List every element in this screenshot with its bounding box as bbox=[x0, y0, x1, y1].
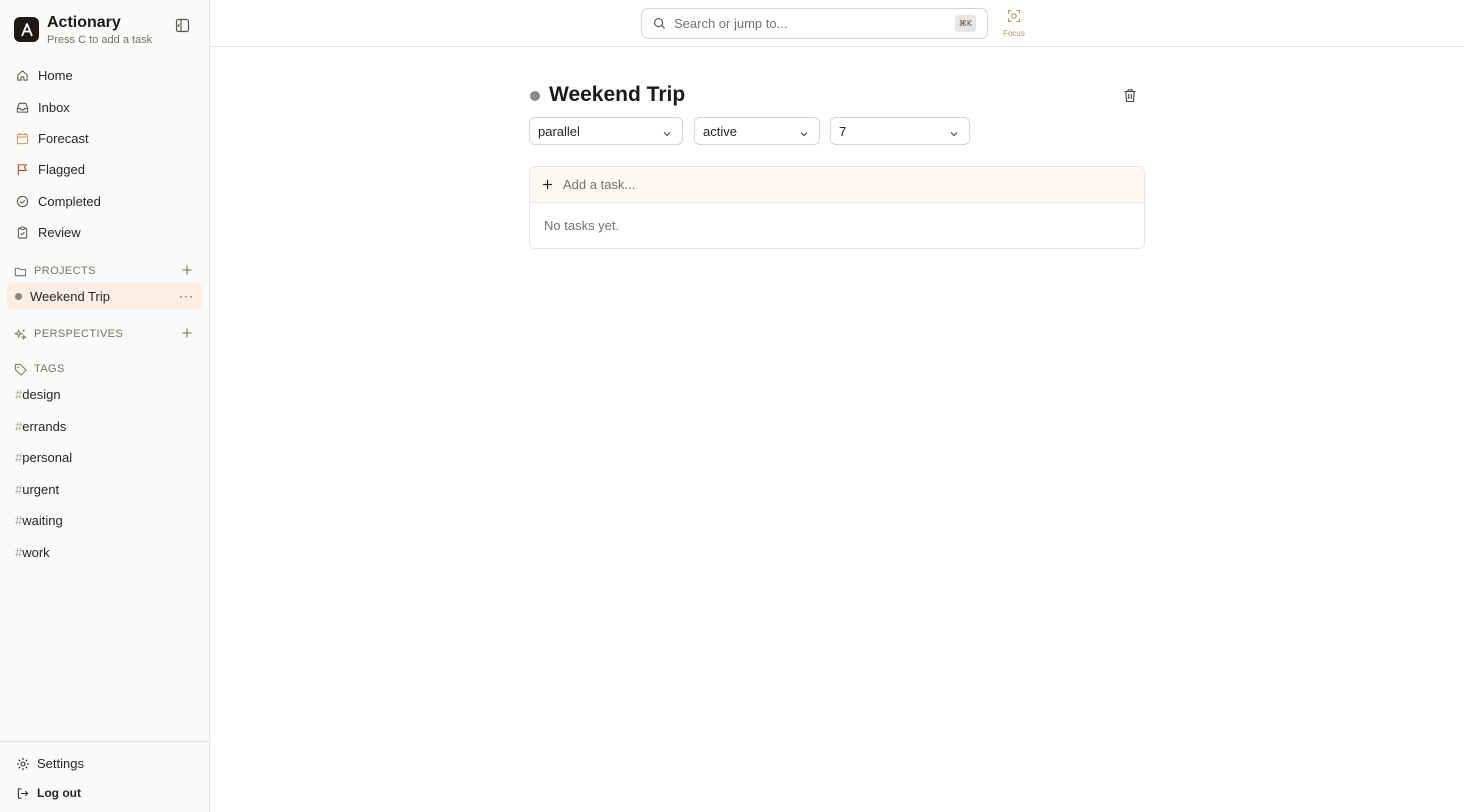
logout-label: Log out bbox=[37, 786, 81, 800]
top-bar: Search or jump to... ⌘K Focus bbox=[210, 0, 1464, 47]
nav-label: Inbox bbox=[38, 99, 70, 115]
nav-label: Flagged bbox=[38, 162, 85, 178]
tag-item-work[interactable]: # work bbox=[8, 537, 202, 569]
tag-label: waiting bbox=[22, 513, 63, 529]
sidebar-toggle-icon[interactable] bbox=[175, 18, 191, 34]
gear-icon bbox=[16, 757, 30, 771]
tag-label: personal bbox=[22, 450, 73, 466]
add-perspective-icon[interactable] bbox=[181, 327, 194, 340]
chevron-down-icon bbox=[949, 127, 959, 137]
nav-item-home[interactable]: Home bbox=[8, 60, 202, 91]
project-type-value: parallel bbox=[538, 123, 580, 139]
review-interval-select[interactable]: 7 bbox=[830, 117, 970, 145]
nav-item-review[interactable]: Review bbox=[8, 217, 202, 248]
projects-header: PROJECTS bbox=[8, 262, 202, 280]
tag-item-urgent[interactable]: # urgent bbox=[8, 474, 202, 506]
project-type-select[interactable]: parallel bbox=[529, 117, 683, 145]
add-project-icon[interactable] bbox=[181, 264, 194, 277]
app-logo bbox=[14, 17, 39, 42]
nav-label: Home bbox=[38, 68, 73, 84]
flag-icon bbox=[16, 163, 30, 177]
nav-label: Completed bbox=[38, 193, 101, 209]
chevron-down-icon bbox=[799, 127, 809, 137]
tag-icon bbox=[14, 362, 28, 376]
add-task-input[interactable]: Add a task... bbox=[530, 167, 1144, 203]
project-status-dot bbox=[530, 91, 540, 101]
nav-item-completed[interactable]: Completed bbox=[8, 186, 202, 217]
nav-label: Forecast bbox=[38, 130, 89, 146]
focus-icon bbox=[1007, 9, 1021, 27]
project-title[interactable]: Weekend Trip bbox=[549, 83, 685, 107]
tag-label: design bbox=[22, 387, 61, 403]
project-status-value: active bbox=[703, 123, 737, 139]
more-icon[interactable]: ··· bbox=[179, 290, 194, 302]
tags-label: TAGS bbox=[34, 363, 65, 375]
tag-label: urgent bbox=[22, 481, 60, 497]
project-label: Weekend Trip bbox=[30, 289, 110, 304]
tags-header: TAGS bbox=[8, 360, 202, 378]
plus-icon bbox=[542, 179, 554, 191]
project-status-select[interactable]: active bbox=[694, 117, 820, 145]
empty-state: No tasks yet. bbox=[544, 218, 620, 233]
nav-label: Review bbox=[38, 225, 81, 241]
focus-label: Focus bbox=[1003, 29, 1025, 38]
tag-list: # design # errands # personal # urgent # wait… bbox=[8, 379, 202, 568]
tag-item-personal[interactable]: # personal bbox=[8, 442, 202, 474]
tag-item-waiting[interactable]: # waiting bbox=[8, 505, 202, 537]
nav-item-inbox[interactable]: Inbox bbox=[8, 91, 202, 122]
focus-button[interactable]: Focus bbox=[1002, 9, 1026, 38]
nav-item-flagged[interactable]: Flagged bbox=[8, 154, 202, 185]
settings-button[interactable]: Settings bbox=[16, 756, 84, 771]
shortcut-badge: ⌘K bbox=[954, 15, 976, 32]
check-circle-icon bbox=[16, 194, 30, 208]
trash-icon[interactable] bbox=[1123, 88, 1138, 104]
sidebar-project-weekend-trip[interactable]: Weekend Trip ··· bbox=[7, 283, 202, 310]
settings-label: Settings bbox=[37, 756, 84, 771]
clipboard-icon bbox=[16, 226, 30, 240]
search-input[interactable]: Search or jump to... ⌘K bbox=[641, 8, 988, 39]
tag-label: work bbox=[22, 544, 50, 560]
app-name: Actionary bbox=[47, 14, 121, 31]
logout-icon bbox=[16, 786, 30, 800]
calendar-icon bbox=[16, 131, 30, 145]
inbox-icon bbox=[16, 100, 30, 114]
sparkles-icon bbox=[14, 327, 28, 341]
tag-item-design[interactable]: # design bbox=[8, 379, 202, 411]
logout-button[interactable]: Log out bbox=[16, 786, 81, 800]
tag-label: errands bbox=[22, 418, 67, 434]
tag-item-errands[interactable]: # errands bbox=[8, 411, 202, 443]
chevron-down-icon bbox=[662, 127, 672, 137]
perspectives-header: PERSPECTIVES bbox=[8, 325, 202, 343]
projects-label: PROJECTS bbox=[34, 265, 96, 277]
main-nav: Home Inbox Forecast Flagged Completed Re… bbox=[8, 60, 202, 248]
task-list: Add a task... No tasks yet. bbox=[529, 166, 1145, 249]
perspectives-label: PERSPECTIVES bbox=[34, 328, 124, 340]
sidebar-footer: Settings Log out bbox=[0, 741, 209, 800]
brand: Actionary Press C to add a task bbox=[14, 14, 152, 46]
sidebar: Actionary Press C to add a task Home Inb… bbox=[0, 0, 210, 812]
app-hint: Press C to add a task bbox=[47, 34, 153, 46]
review-interval-value: 7 bbox=[839, 123, 847, 139]
project-color-dot bbox=[15, 293, 22, 300]
search-placeholder: Search or jump to... bbox=[674, 16, 788, 31]
add-task-placeholder: Add a task... bbox=[563, 177, 636, 192]
folder-icon bbox=[14, 264, 28, 278]
home-icon bbox=[16, 69, 30, 83]
search-icon bbox=[653, 17, 667, 31]
nav-item-forecast[interactable]: Forecast bbox=[8, 123, 202, 154]
